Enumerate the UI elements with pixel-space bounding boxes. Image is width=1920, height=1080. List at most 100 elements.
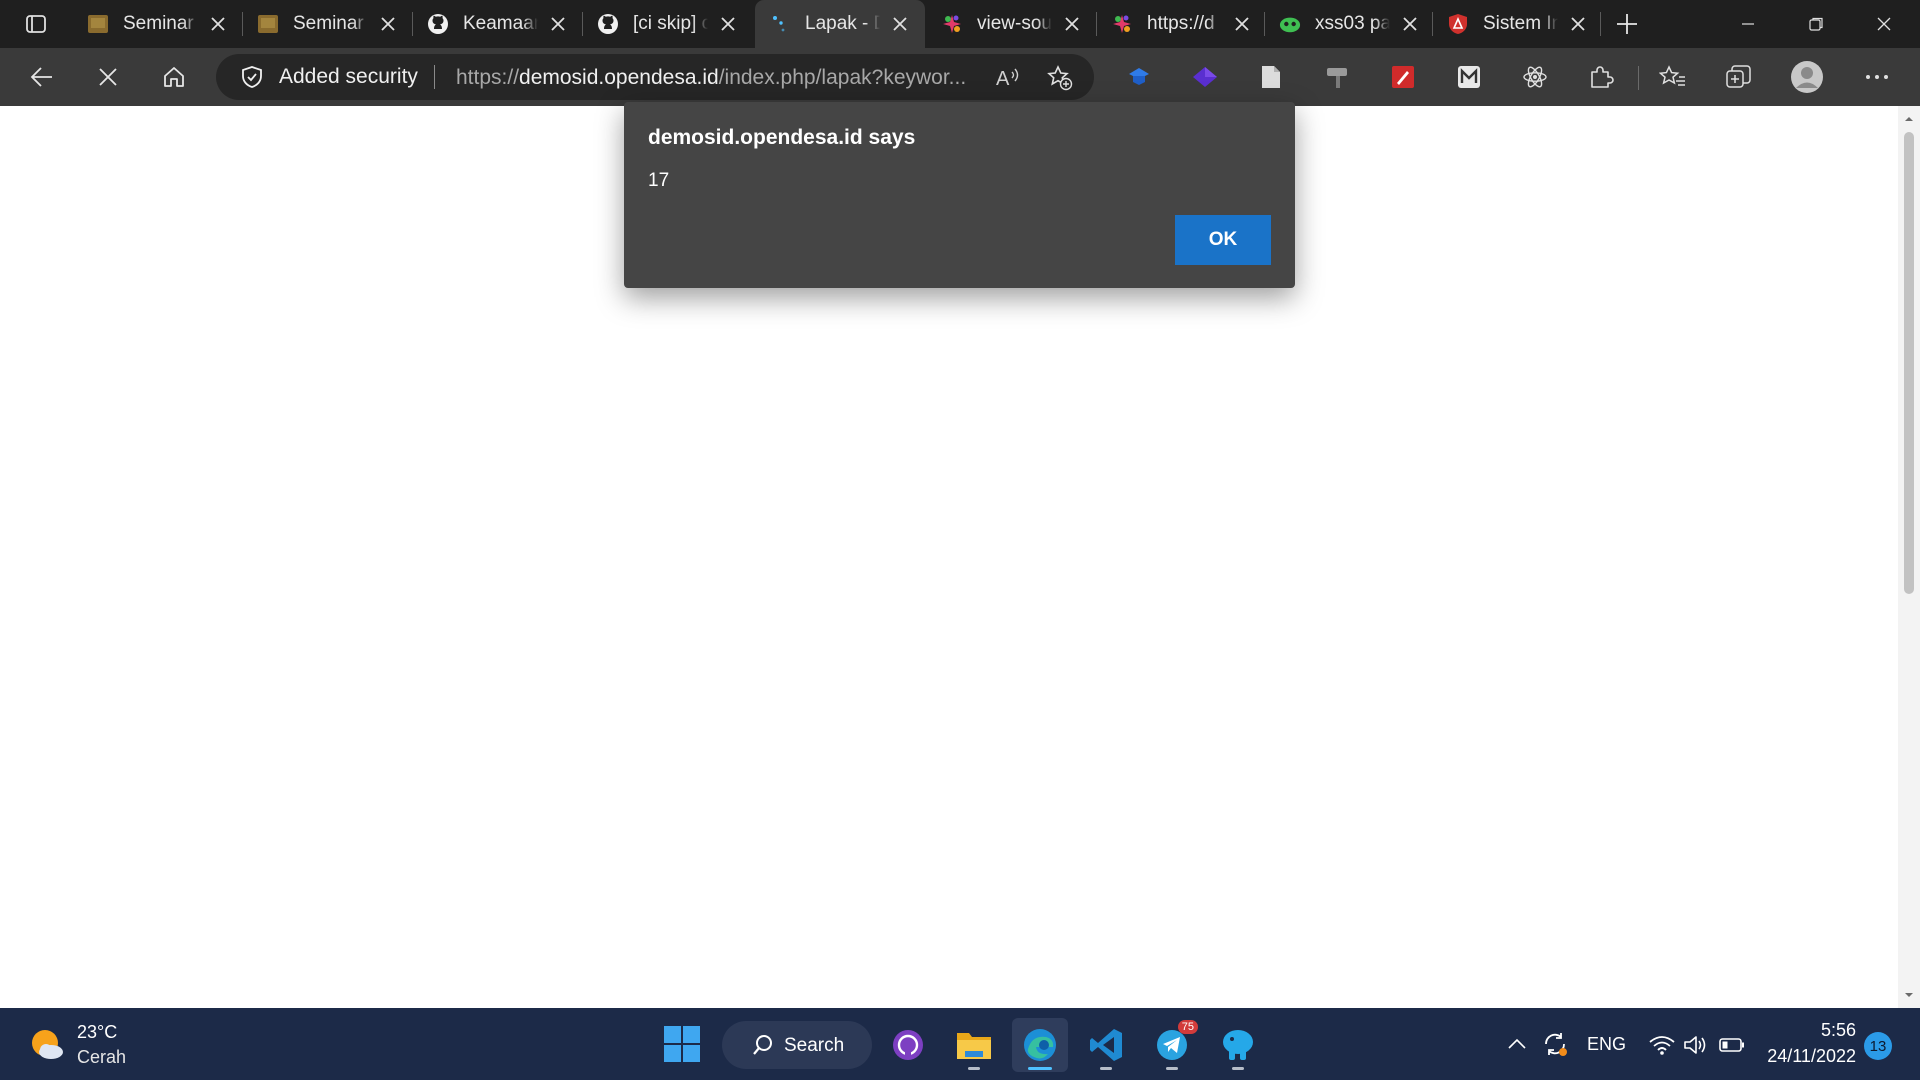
clock-date[interactable]: 24/11/2022 [1760,1046,1856,1067]
tab-title: Keamaan [463,13,538,34]
show-hidden-icons-button[interactable] [1505,1032,1529,1056]
paint-roller-extension-icon [1327,68,1347,88]
tab-actions-menu[interactable] [14,10,58,38]
settings-more-button[interactable] [1860,60,1894,94]
add-favorite-button[interactable] [1046,64,1074,92]
close-tab-icon[interactable] [889,13,911,35]
wifi-status[interactable] [1648,1032,1676,1058]
sync-icon [1545,1033,1567,1056]
tab-active[interactable]: Lapak - D [755,0,925,48]
stop-loading-button[interactable] [88,60,128,94]
extension-button[interactable] [1188,60,1222,94]
minimize-button[interactable] [1716,0,1780,48]
extension-button[interactable] [1452,60,1486,94]
close-tab-icon[interactable] [1061,13,1083,35]
taskbar-app-file-explorer[interactable] [946,1018,1002,1072]
tab-strip: Seminar Seminar Keamaan [ci skip] c Lapa… [0,0,1920,48]
profile-button[interactable] [1790,60,1824,94]
close-tab-icon[interactable] [717,13,739,35]
search-icon [753,1035,772,1055]
svg-text:A: A [996,68,1010,90]
close-tab-icon[interactable] [377,13,399,35]
weather-temperature[interactable]: 23°C [77,1022,117,1043]
tab[interactable]: xss03 pa [1265,0,1435,48]
shield-check-icon[interactable] [240,65,264,89]
favorites-button[interactable] [1656,60,1690,94]
close-window-button[interactable] [1852,0,1916,48]
extension-button[interactable] [1320,60,1354,94]
url-prefix: https:// [456,66,520,89]
tab-title: Lapak - D [805,13,880,34]
edge-browser-icon [1024,1029,1056,1061]
red-pen-extension-icon [1392,66,1414,88]
extension-button[interactable] [1386,60,1420,94]
scroll-down-arrow-icon[interactable] [1904,990,1914,1000]
ok-button[interactable]: OK [1175,215,1271,265]
collections-button[interactable] [1722,60,1756,94]
clock-time[interactable]: 5:56 [1768,1020,1856,1041]
address-bar[interactable]: Added security https://demosid.opendesa.… [216,54,1094,100]
tab[interactable]: view-sou [927,0,1097,48]
input-language[interactable]: ENG [1587,1034,1626,1055]
read-aloud-button[interactable]: A [994,64,1022,92]
vertical-scrollbar[interactable] [1898,106,1920,1008]
scroll-up-arrow-icon[interactable] [1904,114,1914,124]
security-label[interactable]: Added security [279,65,418,89]
speaker-icon [1684,1036,1706,1054]
browser-toolbar: Added security https://demosid.opendesa.… [0,48,1920,106]
opendesa-icon [1111,13,1133,35]
home-icon [164,67,184,87]
taskbar-app-github[interactable] [880,1018,936,1072]
wifi-icon [1649,1036,1675,1055]
document-extension-icon [1262,66,1280,88]
minimize-icon [1742,23,1754,25]
taskbar-app-tableplus[interactable] [1210,1018,1266,1072]
unread-badge: 75 [1177,1020,1198,1034]
extensions-button[interactable] [1584,60,1618,94]
taskbar-app-telegram[interactable]: 75 [1144,1018,1200,1072]
scrollbar-thumb[interactable] [1904,132,1914,594]
close-tab-icon[interactable] [207,13,229,35]
puzzle-piece-icon [1591,66,1614,88]
tab-title: Seminar [123,13,194,34]
read-aloud-icon: A [996,68,1019,90]
avatar [1791,61,1823,93]
extension-button[interactable] [1122,60,1156,94]
tab[interactable]: Keamaan [413,0,583,48]
extension-button[interactable] [1254,60,1288,94]
start-button[interactable] [664,1026,700,1062]
tab-actions-icon [26,15,46,33]
close-tab-icon[interactable] [1399,13,1421,35]
back-button[interactable] [22,60,62,94]
taskbar-app-edge[interactable] [1012,1018,1068,1072]
tab[interactable]: [ci skip] c [583,0,753,48]
opendesa-icon [941,13,963,35]
weather-sun-cloud-icon[interactable] [28,1025,66,1063]
tab[interactable]: Sistem In [1433,0,1603,48]
tab[interactable]: Seminar [73,0,243,48]
tab[interactable]: Seminar [243,0,413,48]
star-add-icon [1047,65,1073,91]
close-tab-icon[interactable] [1231,13,1253,35]
seminar-favicon [87,13,109,35]
extension-button[interactable] [1518,60,1552,94]
taskbar-search[interactable]: Search [722,1021,872,1069]
url-text[interactable]: https://demosid.opendesa.id/index.php/la… [456,66,996,90]
sync-tray-button[interactable] [1540,1029,1570,1059]
restore-button[interactable] [1784,0,1848,48]
notification-badge[interactable]: 13 [1864,1032,1892,1060]
close-tab-icon[interactable] [1567,13,1589,35]
tab-title: Seminar [293,13,364,34]
battery-status[interactable] [1718,1032,1746,1058]
new-tab-button[interactable] [1612,10,1642,38]
taskbar-app-vscode[interactable] [1078,1018,1134,1072]
volume-status[interactable] [1682,1032,1708,1058]
back-arrow-icon [30,67,52,87]
weather-description[interactable]: Cerah [77,1047,126,1068]
vscode-icon [1090,1029,1122,1061]
dialog-title: demosid.opendesa.id says [648,126,916,149]
tab-separator [1600,12,1601,36]
tab[interactable]: https://d [1097,0,1267,48]
home-button[interactable] [154,60,194,94]
close-tab-icon[interactable] [547,13,569,35]
